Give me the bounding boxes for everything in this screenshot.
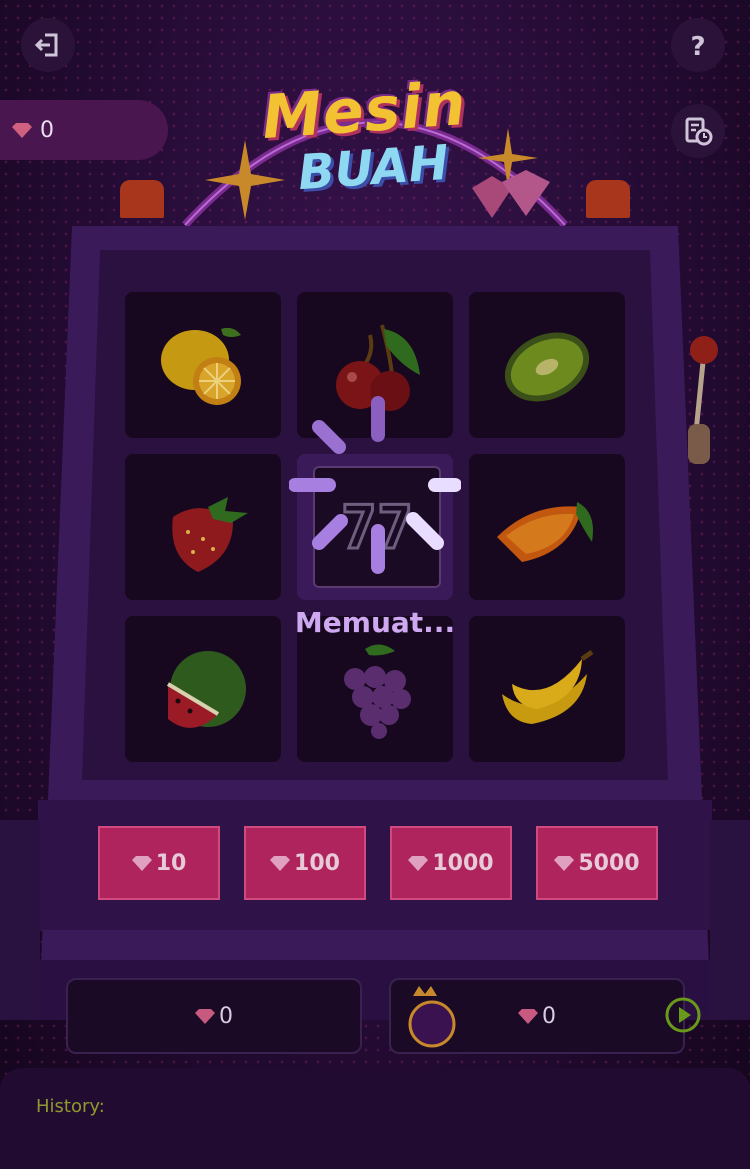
- kiwi-icon: [504, 332, 590, 402]
- lemon-icon: [161, 327, 241, 405]
- loading-text: Memuat...: [294, 606, 456, 639]
- exit-icon: [34, 33, 58, 57]
- bet-label: 100: [294, 850, 340, 876]
- win-panel: 0: [66, 978, 362, 1054]
- reel-cell-banana: [469, 616, 625, 762]
- reel-cell-orange: [469, 454, 625, 600]
- reel-cell-kiwi: [469, 292, 625, 438]
- siren-light-left: [120, 180, 164, 218]
- bet-button-10[interactable]: 10: [90, 826, 228, 914]
- slot-lever[interactable]: [684, 332, 724, 472]
- bet-label: 5000: [578, 850, 640, 876]
- bet-label: 10: [155, 850, 187, 876]
- question-icon: ?: [690, 32, 705, 60]
- play-icon: [679, 1007, 691, 1023]
- watermelon-icon: [166, 651, 246, 728]
- gem-icon: [408, 856, 429, 871]
- bet-button-1000[interactable]: 1000: [382, 826, 520, 914]
- orange-icon: [497, 502, 593, 562]
- siren-light-right: [586, 180, 630, 218]
- gem-icon: [270, 856, 291, 871]
- balance-display: 0: [0, 100, 168, 160]
- gem-icon: [518, 1009, 538, 1024]
- gem-icon: [131, 856, 152, 871]
- bet-button-face: 100: [244, 826, 366, 900]
- exit-button[interactable]: [21, 18, 75, 72]
- gem-icon: [195, 1009, 215, 1024]
- gem-icon: [554, 856, 575, 871]
- bet-button-face: 10: [98, 826, 220, 900]
- jackpot-panel: 0: [389, 978, 685, 1054]
- bet-button-100[interactable]: 100: [236, 826, 374, 914]
- records-icon: [685, 117, 713, 146]
- svg-text:?: ?: [690, 32, 705, 60]
- play-button[interactable]: [664, 996, 702, 1034]
- balance-value: 0: [40, 117, 54, 143]
- reel-cell-lemon: [125, 292, 281, 438]
- avatar: [408, 986, 456, 1048]
- jackpot-value: 0: [542, 1003, 556, 1029]
- reel-cell-strawberry: [125, 454, 281, 600]
- bet-button-5000[interactable]: 5000: [528, 826, 666, 914]
- gem-icon: [12, 123, 32, 138]
- records-button[interactable]: [671, 104, 725, 158]
- reel-cell-watermelon: [125, 616, 281, 762]
- history-label: History:: [36, 1096, 105, 1117]
- grape-icon: [344, 644, 411, 739]
- history-panel: History:: [0, 1068, 750, 1169]
- bet-button-face: 1000: [390, 826, 512, 900]
- win-value: 0: [219, 1003, 233, 1029]
- loading-spinner-icon: [289, 396, 461, 574]
- gem-pile-decoration: [472, 170, 550, 218]
- strawberry-icon: [172, 497, 248, 572]
- bet-button-face: 5000: [536, 826, 658, 900]
- banana-icon: [502, 649, 594, 724]
- title-line2: BUAH: [296, 134, 451, 202]
- bet-label: 1000: [432, 850, 494, 876]
- help-button[interactable]: ?: [671, 18, 725, 72]
